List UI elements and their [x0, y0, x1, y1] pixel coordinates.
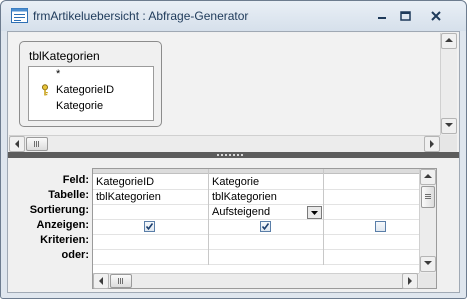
grip-icon — [34, 141, 39, 147]
cell-show — [93, 220, 208, 235]
primary-key-icon — [42, 84, 48, 96]
title-bar[interactable]: frmArtikeluebersicht : Abfrage-Generator — [1, 1, 466, 31]
cell-table[interactable]: tblKategorien — [209, 190, 323, 205]
show-checkbox[interactable] — [260, 221, 271, 232]
column-selector[interactable] — [209, 169, 323, 174]
close-icon — [431, 11, 441, 21]
cell-or[interactable] — [324, 250, 420, 265]
field-kategorie[interactable]: Kategorie — [56, 100, 103, 112]
design-grid-pane: Feld: Tabelle: Sortierung: Anzeigen: Kri… — [9, 158, 458, 292]
query-icon — [11, 8, 28, 23]
field-kategorieid[interactable]: KategorieID — [56, 84, 114, 96]
arrow-up-icon — [445, 38, 453, 42]
checkmark-icon — [145, 223, 154, 231]
scroll-left-button[interactable] — [93, 273, 109, 289]
arrow-down-icon — [424, 261, 432, 265]
cell-table[interactable] — [324, 190, 420, 205]
window-title: frmArtikeluebersicht : Abfrage-Generator — [33, 9, 249, 23]
arrow-left-icon — [15, 140, 19, 148]
grid-column-1[interactable]: KategorieID tblKategorien — [93, 169, 209, 265]
grid-horizontal-scrollbar[interactable] — [93, 273, 419, 289]
restore-icon — [400, 11, 411, 21]
scroll-right-button[interactable] — [402, 273, 418, 289]
scroll-up-button[interactable] — [441, 33, 457, 49]
cell-sort[interactable]: Aufsteigend — [209, 205, 323, 220]
arrow-left-icon — [99, 277, 103, 285]
scroll-left-button[interactable] — [9, 136, 25, 152]
scrollbar-corner — [419, 273, 436, 288]
show-checkbox[interactable] — [375, 221, 386, 232]
cell-field[interactable]: KategorieID — [93, 175, 208, 190]
scroll-right-button[interactable] — [424, 136, 440, 152]
query-design-area: tblKategorien * KategorieID Kategorie Fe… — [7, 31, 460, 293]
grid-column-3[interactable] — [324, 169, 420, 265]
column-selector[interactable] — [93, 169, 208, 174]
grid-vertical-scrollbar[interactable] — [419, 169, 436, 273]
scroll-down-button[interactable] — [441, 118, 457, 134]
table-field-list-window[interactable]: tblKategorien * KategorieID Kategorie — [19, 41, 162, 127]
cell-or[interactable] — [209, 250, 323, 265]
row-label-or: oder: — [61, 249, 90, 261]
scrollbar-corner — [440, 135, 457, 152]
grip-icon — [425, 194, 431, 199]
cell-sort[interactable] — [324, 205, 420, 220]
close-button[interactable] — [425, 8, 447, 24]
show-checkbox[interactable] — [144, 221, 155, 232]
sort-value: Aufsteigend — [212, 206, 271, 218]
cell-field[interactable]: Kategorie — [209, 175, 323, 190]
cell-criteria[interactable] — [209, 235, 323, 250]
row-label-field: Feld: — [62, 174, 89, 186]
horizontal-scroll-thumb[interactable] — [26, 137, 48, 151]
sort-dropdown-button[interactable] — [307, 206, 322, 219]
cell-show — [209, 220, 323, 235]
cell-table[interactable]: tblKategorien — [93, 190, 208, 205]
row-label-table: Tabelle: — [48, 189, 89, 201]
row-label-sort: Sortierung: — [29, 204, 89, 216]
scroll-up-button[interactable] — [420, 169, 436, 185]
row-label-show: Anzeigen: — [36, 219, 89, 231]
cell-criteria[interactable] — [93, 235, 208, 250]
cell-field[interactable] — [324, 175, 420, 190]
field-all[interactable]: * — [56, 68, 60, 80]
vertical-scroll-thumb[interactable] — [421, 186, 435, 208]
checkmark-icon — [261, 223, 270, 231]
arrow-down-icon — [445, 123, 453, 127]
splitter-grip-icon — [217, 154, 245, 156]
table-name[interactable]: tblKategorien — [29, 49, 100, 63]
horizontal-scroll-thumb[interactable] — [110, 274, 132, 288]
grid-column-2[interactable]: Kategorie tblKategorien Aufsteigend — [209, 169, 324, 265]
arrow-right-icon — [408, 277, 412, 285]
query-designer-window: frmArtikeluebersicht : Abfrage-Generator… — [0, 0, 467, 299]
cell-show — [324, 220, 420, 235]
arrow-right-icon — [430, 140, 434, 148]
minimize-button[interactable] — [371, 8, 393, 24]
table-pane[interactable]: tblKategorien * KategorieID Kategorie — [9, 33, 458, 152]
cell-criteria[interactable] — [324, 235, 420, 250]
minimize-icon — [378, 17, 386, 19]
arrow-up-icon — [424, 174, 432, 178]
field-list[interactable]: * KategorieID Kategorie — [28, 66, 154, 121]
table-pane-horizontal-scrollbar[interactable] — [9, 135, 441, 152]
column-selector[interactable] — [324, 169, 420, 174]
query-design-grid[interactable]: KategorieID tblKategorien Kategorie tblK… — [92, 168, 437, 289]
grip-icon — [118, 278, 123, 284]
cell-sort[interactable] — [93, 205, 208, 220]
chevron-down-icon — [311, 211, 318, 215]
row-label-criteria: Kriterien: — [40, 234, 89, 246]
cell-or[interactable] — [93, 250, 208, 265]
restore-button[interactable] — [394, 8, 416, 24]
scroll-down-button[interactable] — [420, 256, 436, 272]
